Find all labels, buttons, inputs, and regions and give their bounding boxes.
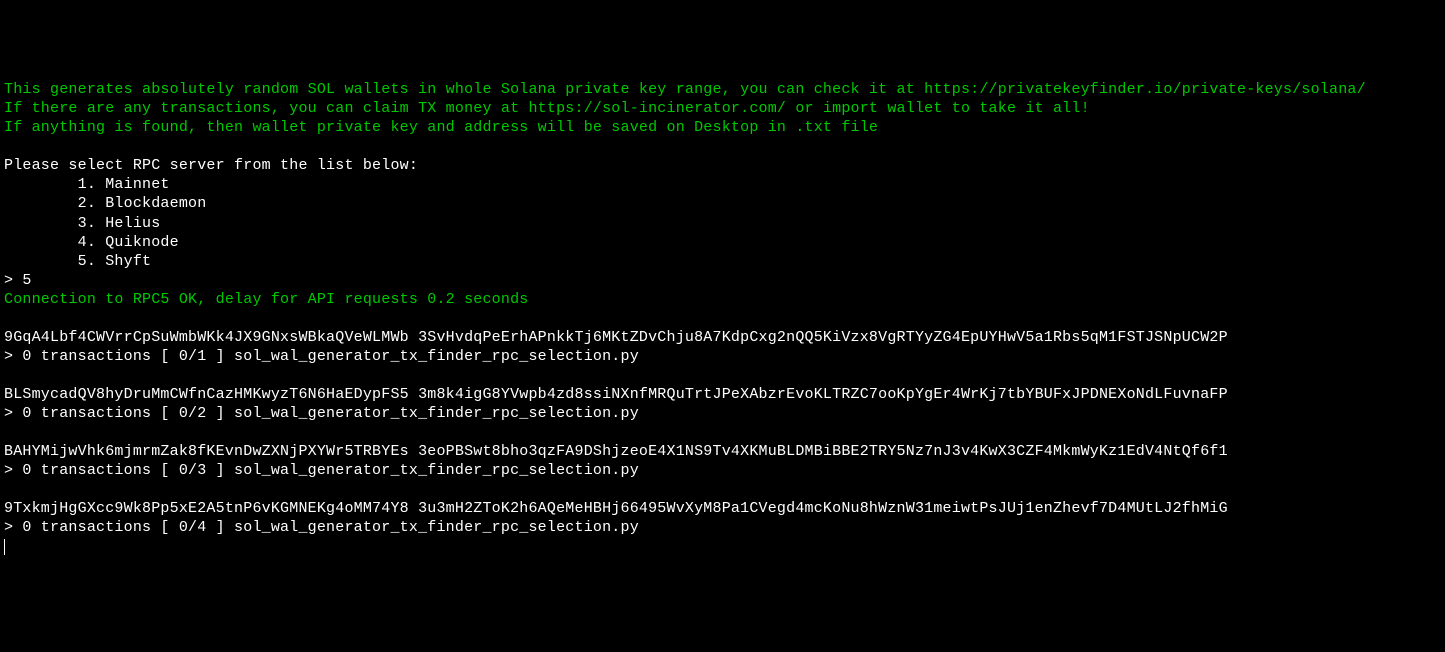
wallet-keys-3: BAHYMijwVhk6mjmrmZak8fKEvnDwZXNjPXYWr5TR… <box>4 443 1228 460</box>
header-line-2: If there are any transactions, you can c… <box>4 100 1090 117</box>
terminal-output: This generates absolutely random SOL wal… <box>4 80 1441 556</box>
terminal-cursor[interactable] <box>4 539 5 555</box>
wallet-status-2: > 0 transactions [ 0/2 ] sol_wal_generat… <box>4 405 639 422</box>
prompt-title: Please select RPC server from the list b… <box>4 157 418 174</box>
user-input[interactable]: > 5 <box>4 272 32 289</box>
rpc-option-4: 4. Quiknode <box>4 234 179 251</box>
rpc-option-1: 1. Mainnet <box>4 176 170 193</box>
header-line-3: If anything is found, then wallet privat… <box>4 119 878 136</box>
wallet-status-3: > 0 transactions [ 0/3 ] sol_wal_generat… <box>4 462 639 479</box>
rpc-option-5: 5. Shyft <box>4 253 151 270</box>
header-line-1: This generates absolutely random SOL wal… <box>4 81 1366 98</box>
wallet-status-4: > 0 transactions [ 0/4 ] sol_wal_generat… <box>4 519 639 536</box>
connection-status: Connection to RPC5 OK, delay for API req… <box>4 291 528 308</box>
wallet-keys-2: BLSmycadQV8hyDruMmCWfnCazHMKwyzT6N6HaEDy… <box>4 386 1228 403</box>
rpc-option-2: 2. Blockdaemon <box>4 195 206 212</box>
wallet-status-1: > 0 transactions [ 0/1 ] sol_wal_generat… <box>4 348 639 365</box>
rpc-option-3: 3. Helius <box>4 215 160 232</box>
wallet-keys-4: 9TxkmjHgGXcc9Wk8Pp5xE2A5tnP6vKGMNEKg4oMM… <box>4 500 1228 517</box>
wallet-keys-1: 9GqA4Lbf4CWVrrCpSuWmbWKk4JX9GNxsWBkaQVeW… <box>4 329 1228 346</box>
